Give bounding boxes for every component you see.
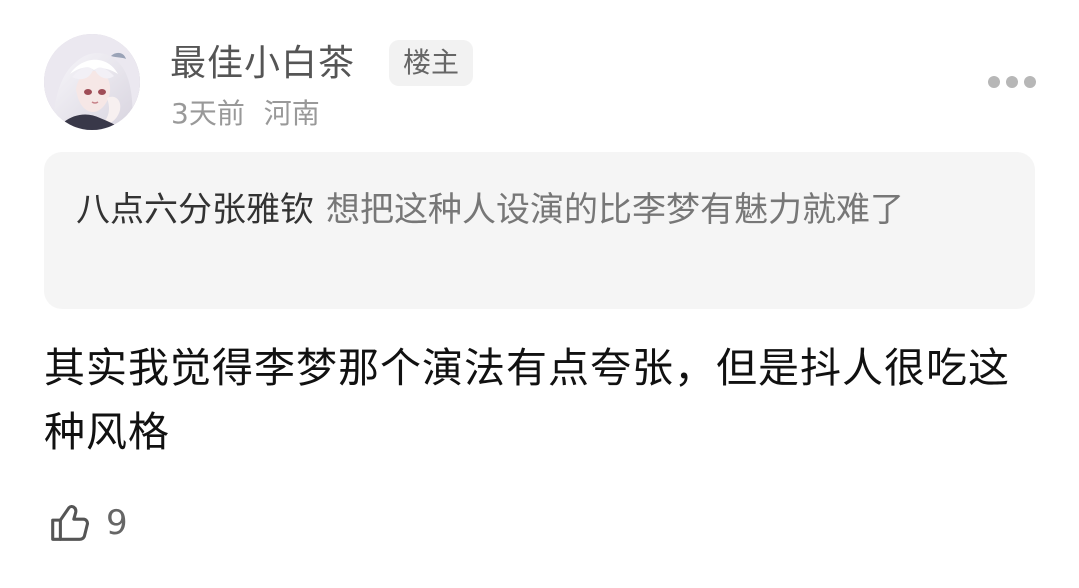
comment-time: 3天前 [171,97,245,130]
thumbs-up-icon [51,505,89,541]
username[interactable]: 最佳小白茶 [170,40,355,88]
like-count: 9 [106,503,128,543]
more-dot-icon [988,76,1000,88]
comment-meta: 3天前 河南 [171,94,320,134]
quoted-author[interactable]: 八点六分张雅钦 [76,190,314,230]
more-options-button[interactable] [988,68,1036,96]
more-dot-icon [1006,76,1018,88]
more-dot-icon [1024,76,1036,88]
comment-body: 其实我觉得李梦那个演法有点夸张，但是抖人很吃这种风格 [44,344,1010,456]
quoted-reply[interactable]: 八点六分张雅钦 想把这种人设演的比李梦有魅力就难了 [44,152,1035,309]
avatar-image [44,34,140,130]
op-badge: 楼主 [389,40,473,86]
comment-location: 河南 [263,97,320,130]
like-button[interactable]: 9 [46,497,128,549]
quoted-text: 想把这种人设演的比李梦有魅力就难了 [326,190,904,230]
user-avatar[interactable] [44,34,140,130]
